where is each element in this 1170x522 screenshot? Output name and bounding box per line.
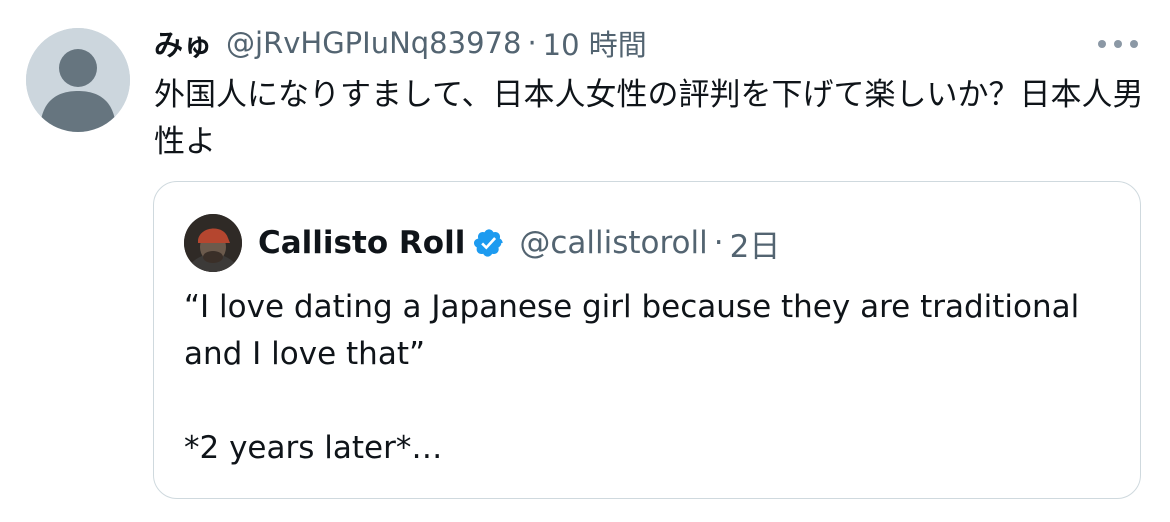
quoted-display-name[interactable]: Callisto Roll — [258, 225, 465, 261]
quoted-tweet-card[interactable]: Callisto Roll @callistoroll · 2日 “I love… — [153, 181, 1141, 499]
quoted-tweet-header: Callisto Roll @callistoroll · 2日 — [258, 220, 780, 266]
tweet-timestamp[interactable]: 10 時間 — [543, 22, 647, 64]
user-avatar[interactable] — [26, 28, 130, 132]
tweet-text: 外国人になりすまして、日本人女性の評判を下げて楽しいか？日本人男性よ — [154, 77, 1144, 160]
profile-photo-icon — [184, 214, 242, 272]
more-dots-icon — [1098, 40, 1138, 48]
quoted-user-handle[interactable]: @callistoroll — [519, 225, 707, 261]
verified-badge-icon — [474, 229, 503, 257]
display-name[interactable]: みゅ — [154, 22, 212, 64]
default-avatar-icon — [26, 28, 130, 132]
more-options-button[interactable] — [1094, 30, 1142, 58]
quoted-header-separator: · — [713, 225, 724, 261]
quoted-tweet-text: “I love dating a Japanese girl because t… — [184, 289, 1080, 466]
quoted-tweet-timestamp[interactable]: 2日 — [730, 221, 781, 266]
user-handle[interactable]: @jRvHGPIuNq83978 — [226, 26, 521, 60]
quoted-user-avatar[interactable] — [184, 214, 242, 272]
header-separator: · — [527, 26, 537, 60]
tweet-header: みゅ @jRvHGPIuNq83978 · 10 時間 — [154, 22, 647, 64]
